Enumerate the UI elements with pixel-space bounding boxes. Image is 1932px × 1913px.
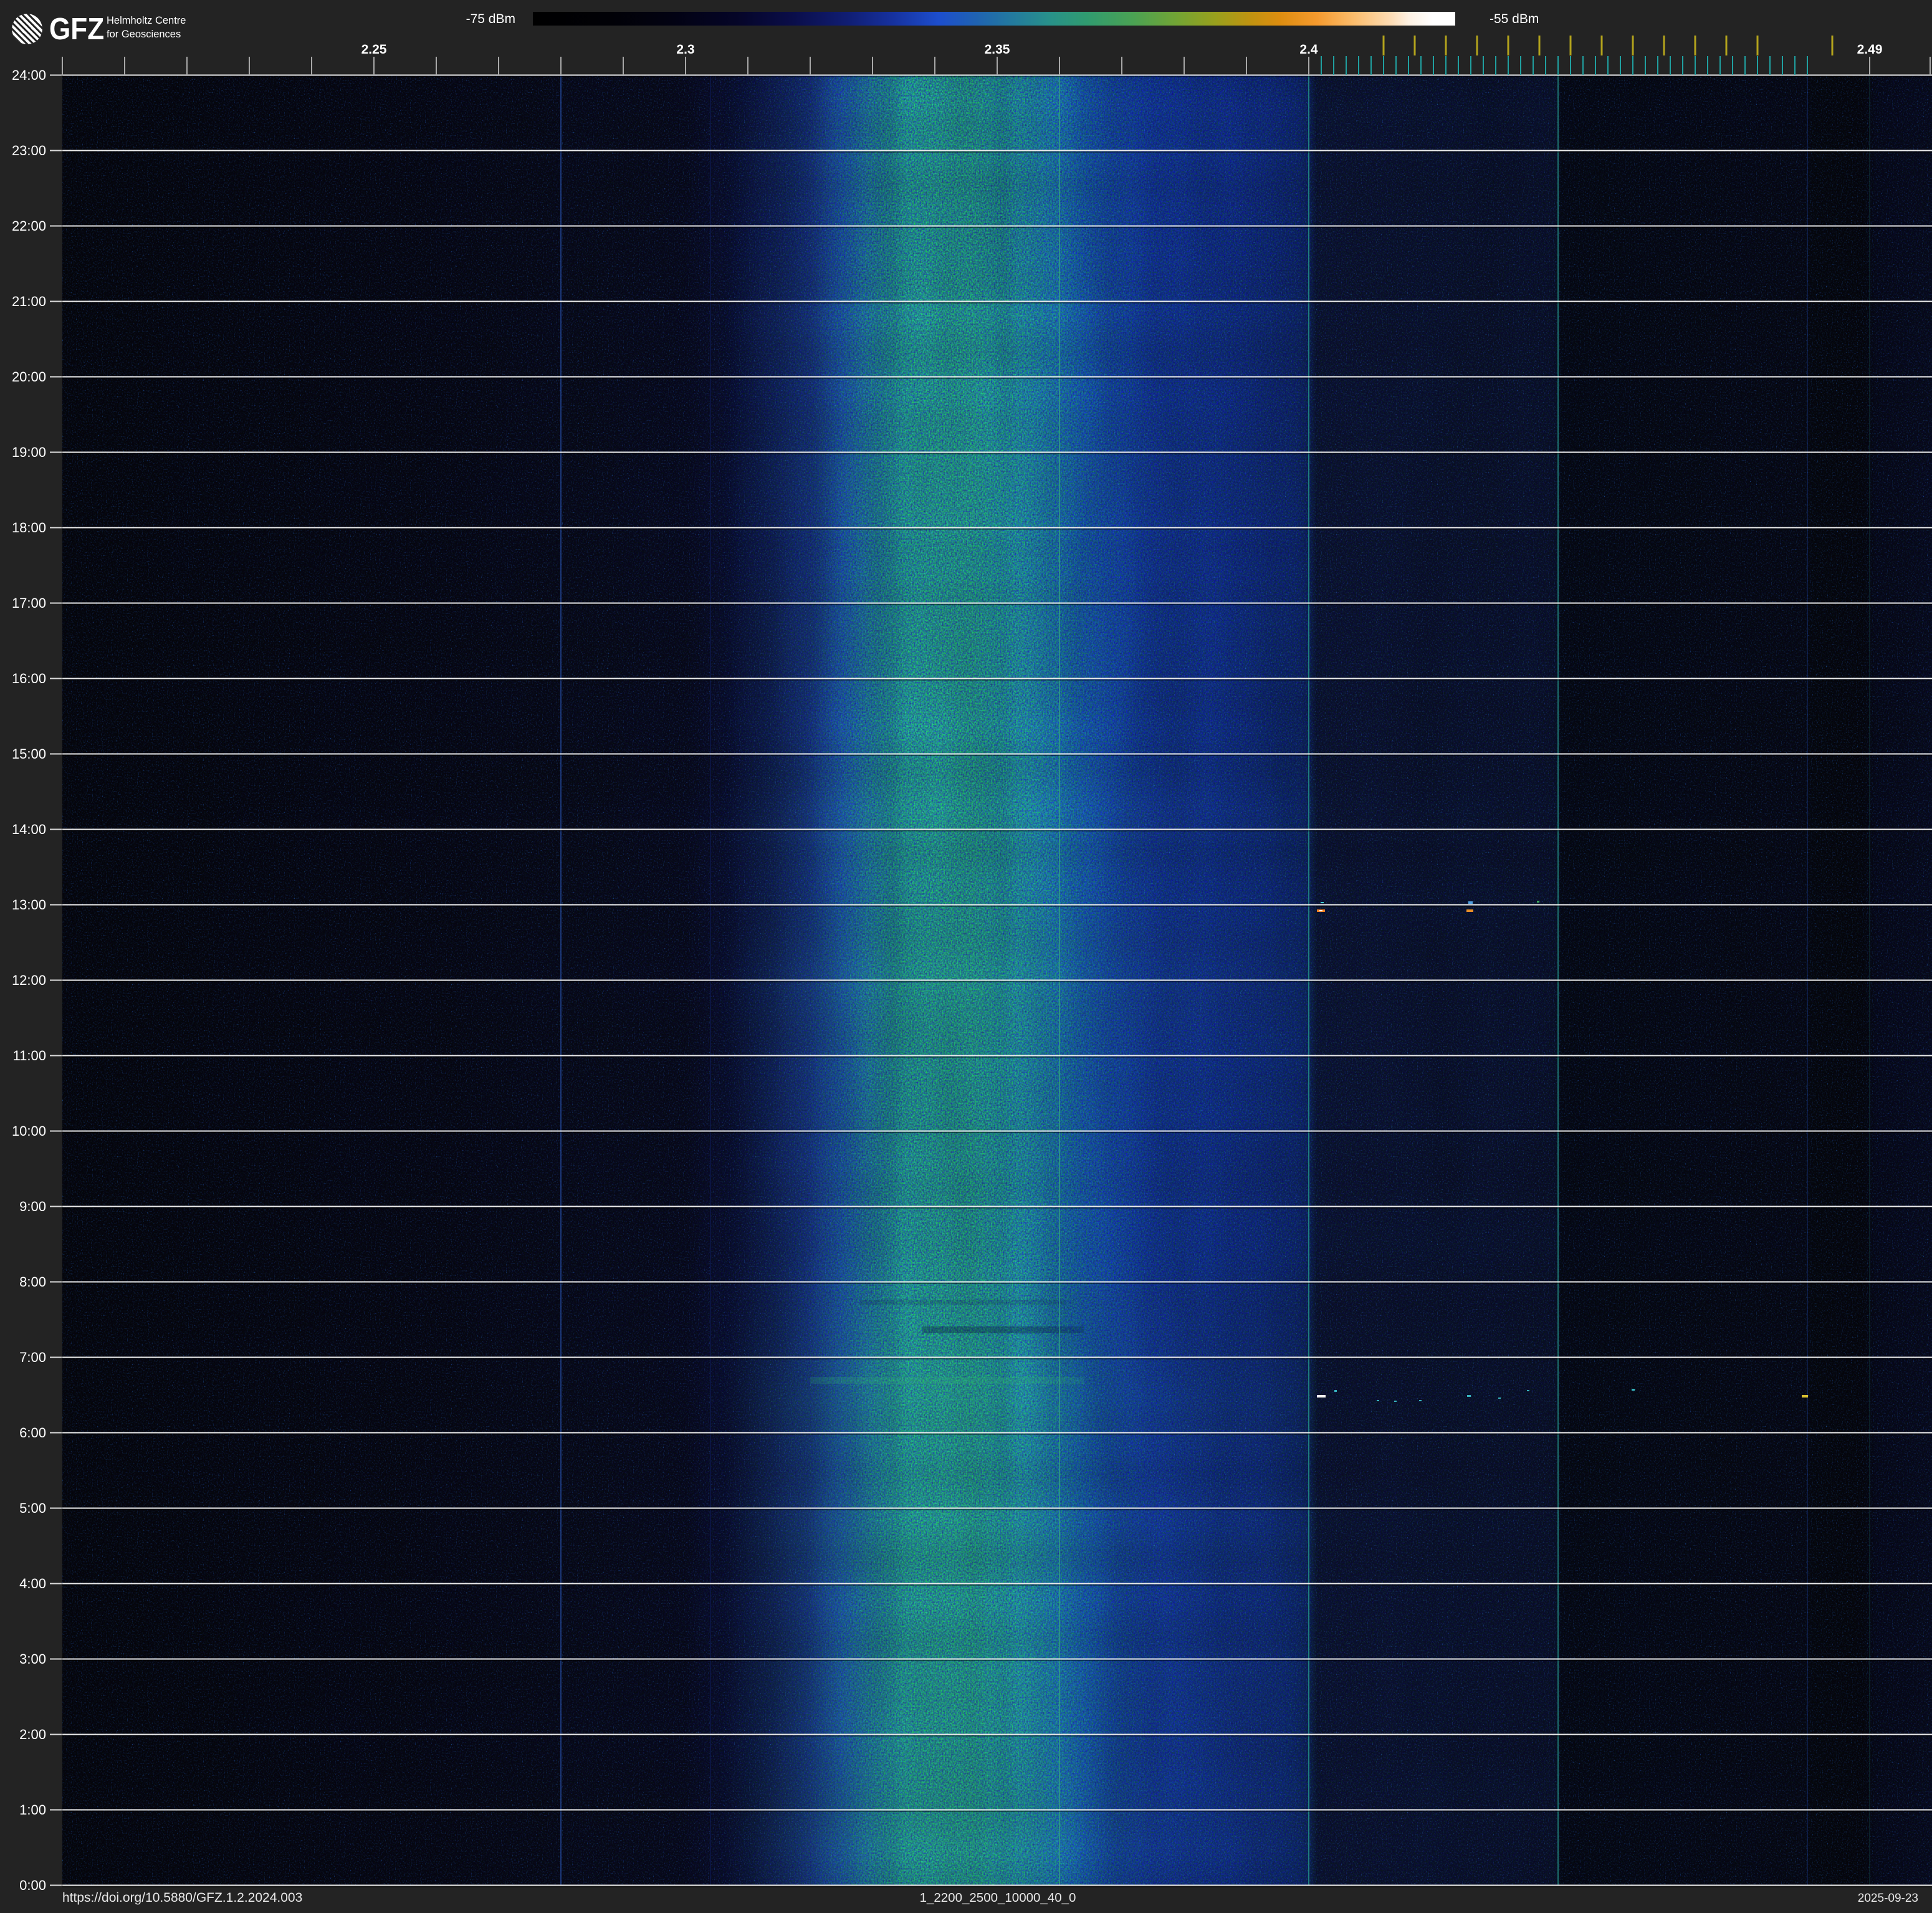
- svg-text:19:00: 19:00: [12, 444, 46, 460]
- svg-text:11:00: 11:00: [13, 1048, 46, 1063]
- svg-text:8:00: 8:00: [19, 1274, 46, 1290]
- svg-text:20:00: 20:00: [12, 369, 46, 385]
- svg-text:24:00: 24:00: [12, 67, 46, 83]
- svg-text:13:00: 13:00: [12, 897, 46, 913]
- svg-text:2025-09-23: 2025-09-23: [1858, 1892, 1918, 1905]
- svg-text:3:00: 3:00: [19, 1651, 46, 1667]
- svg-text:15:00: 15:00: [12, 746, 46, 762]
- svg-text:1_2200_2500_10000_40_0: 1_2200_2500_10000_40_0: [920, 1891, 1076, 1905]
- svg-text:7:00: 7:00: [19, 1350, 46, 1365]
- svg-text:GFZ: GFZ: [49, 12, 104, 46]
- svg-text:2:00: 2:00: [19, 1727, 46, 1742]
- svg-text:https://doi.org/10.5880/GFZ.1.: https://doi.org/10.5880/GFZ.1.2.2024.003: [62, 1891, 302, 1905]
- svg-text:10:00: 10:00: [12, 1123, 46, 1139]
- svg-text:2.35: 2.35: [985, 42, 1010, 57]
- svg-text:2.3: 2.3: [676, 42, 694, 57]
- svg-text:6:00: 6:00: [19, 1425, 46, 1441]
- svg-text:-75 dBm: -75 dBm: [466, 12, 515, 26]
- svg-text:22:00: 22:00: [12, 218, 46, 234]
- svg-text:4:00: 4:00: [19, 1576, 46, 1591]
- svg-text:0:00: 0:00: [19, 1877, 46, 1893]
- svg-text:21:00: 21:00: [12, 294, 46, 309]
- svg-text:2.25: 2.25: [361, 42, 387, 57]
- svg-text:9:00: 9:00: [19, 1199, 46, 1214]
- svg-text:1:00: 1:00: [19, 1802, 46, 1818]
- svg-text:18:00: 18:00: [12, 520, 46, 535]
- svg-text:12:00: 12:00: [12, 972, 46, 988]
- svg-text:14:00: 14:00: [12, 822, 46, 837]
- svg-text:16:00: 16:00: [12, 671, 46, 686]
- svg-text:23:00: 23:00: [12, 143, 46, 158]
- svg-text:2.4: 2.4: [1299, 42, 1318, 57]
- svg-text:2.49: 2.49: [1857, 42, 1883, 57]
- svg-text:5:00: 5:00: [19, 1500, 46, 1516]
- svg-text:17:00: 17:00: [12, 595, 46, 611]
- svg-text:Helmholtz Centre: Helmholtz Centre: [107, 15, 186, 26]
- svg-text:-55 dBm: -55 dBm: [1490, 12, 1539, 26]
- svg-text:for Geosciences: for Geosciences: [107, 29, 181, 40]
